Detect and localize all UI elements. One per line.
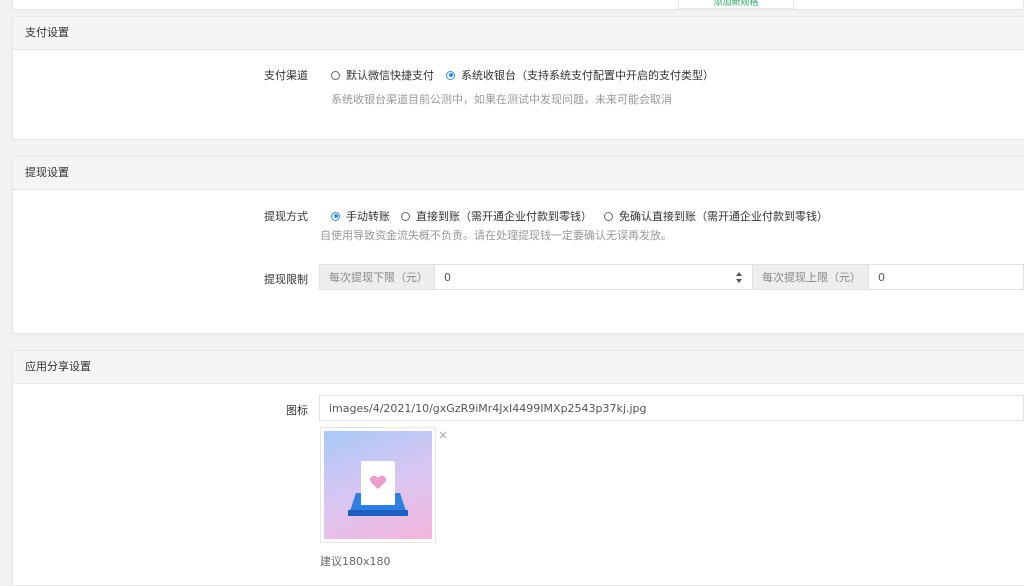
- radio-checked-icon: [446, 70, 455, 80]
- radio-icon: [401, 211, 410, 221]
- spinner-icon[interactable]: [736, 272, 742, 283]
- radio-checked-icon: [331, 211, 340, 221]
- image-placeholder-icon: [324, 431, 432, 539]
- share-icon-label: 图标: [286, 404, 308, 417]
- max-limit-addon: 每次提现上限（元）: [752, 264, 869, 290]
- max-limit-value: 0: [878, 271, 885, 284]
- heart-card-icon: [348, 461, 408, 516]
- withdraw-option-direct[interactable]: 直接到账（需开通企业付款到零钱）: [401, 208, 592, 224]
- payment-option-wechat[interactable]: 默认微信快捷支付: [331, 67, 434, 83]
- share-settings-panel: 应用分享设置: [12, 350, 1024, 586]
- share-icon-thumbnail[interactable]: [320, 427, 436, 543]
- share-settings-header: 应用分享设置: [13, 351, 1024, 384]
- withdraw-option-label: 直接到账（需开通企业付款到零钱）: [416, 210, 592, 223]
- withdraw-hint: 自使用导致资金流失概不负责。请在处理提现钱一定要确认无误再发放。: [320, 229, 672, 242]
- top-tab-button[interactable]: 添加新规格: [678, 0, 794, 9]
- min-limit-value: 0: [444, 271, 451, 284]
- withdraw-option-label: 免确认直接到账（需开通企业付款到零钱）: [619, 210, 828, 223]
- withdraw-method-label: 提现方式: [264, 210, 308, 223]
- withdraw-option-manual[interactable]: 手动转账: [331, 208, 390, 224]
- radio-icon: [331, 70, 340, 80]
- min-limit-input[interactable]: 0: [434, 264, 753, 290]
- payment-hint: 系统收银台渠道目前公测中，如果在测试中发现问题，未来可能会取消: [331, 93, 672, 106]
- withdraw-settings-panel: 提现设置: [12, 156, 1024, 334]
- top-panel-strip: [12, 0, 1024, 10]
- payment-option-label: 默认微信快捷支付: [346, 69, 434, 82]
- remove-image-icon[interactable]: ×: [438, 428, 448, 442]
- withdraw-option-no-confirm[interactable]: 免确认直接到账（需开通企业付款到零钱）: [604, 208, 828, 224]
- payment-channel-label: 支付渠道: [264, 69, 308, 82]
- withdraw-settings-header: 提现设置: [13, 157, 1024, 190]
- withdraw-option-label: 手动转账: [346, 210, 390, 223]
- withdraw-limit-label: 提现限制: [264, 273, 308, 286]
- max-limit-input[interactable]: 0: [868, 264, 1024, 290]
- payment-settings-header: 支付设置: [13, 17, 1024, 50]
- payment-option-cashier[interactable]: 系统收银台（支持系统支付配置中开启的支付类型）: [446, 67, 714, 83]
- payment-option-label: 系统收银台（支持系统支付配置中开启的支付类型）: [461, 69, 714, 82]
- radio-icon: [604, 211, 613, 221]
- min-limit-addon: 每次提现下限（元）: [319, 264, 435, 290]
- share-icon-size-hint: 建议180x180: [320, 555, 391, 568]
- share-icon-path-input[interactable]: images/4/2021/10/gxGzR9iMr4JxI4499IMXp25…: [319, 395, 1024, 421]
- share-icon-path: images/4/2021/10/gxGzR9iMr4JxI4499IMXp25…: [329, 402, 647, 415]
